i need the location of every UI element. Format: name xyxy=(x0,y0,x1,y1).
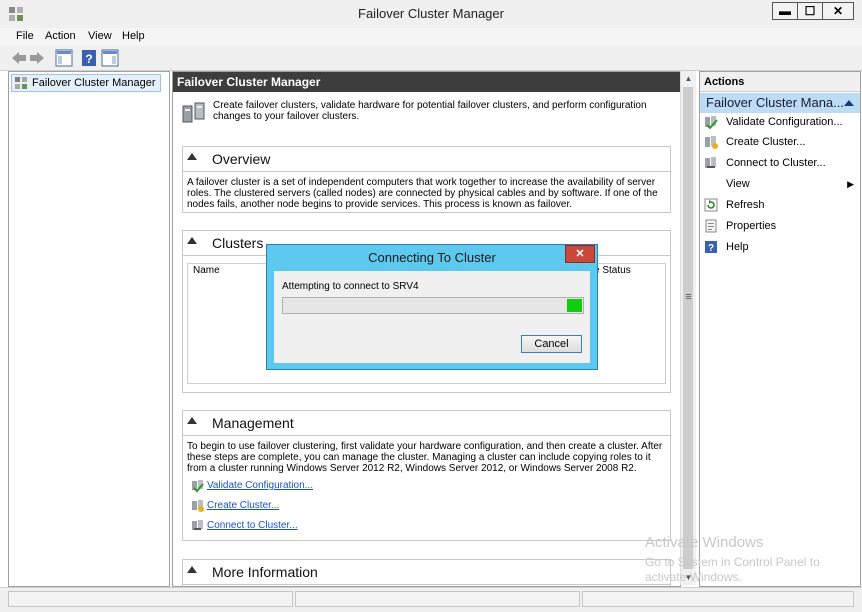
collapse-arrow-icon[interactable] xyxy=(187,417,197,424)
overview-section: Overview A failover cluster is a set of … xyxy=(182,146,671,213)
activation-watermark-text: Go to System in Control Panel to activat… xyxy=(645,555,820,584)
action-help[interactable]: ? Help xyxy=(704,239,749,255)
status-cell xyxy=(8,591,293,607)
column-header-status[interactable]: e Status xyxy=(594,265,631,276)
actions-title: Actions xyxy=(700,72,860,92)
actions-pane: Actions Failover Cluster Mana... Validat… xyxy=(699,71,861,587)
activation-watermark-title: Activate Windows xyxy=(645,534,764,551)
cluster-manager-icon xyxy=(15,77,27,89)
center-header: Failover Cluster Manager xyxy=(173,72,680,92)
toolbar: ? xyxy=(0,46,862,71)
action-create-cluster[interactable]: Create Cluster... xyxy=(704,134,805,150)
window-title: Failover Cluster Manager xyxy=(358,6,504,21)
menu-help[interactable]: Help xyxy=(122,30,145,42)
action-refresh[interactable]: Refresh xyxy=(704,197,765,213)
action-validate-configuration[interactable]: Validate Configuration... xyxy=(704,114,843,130)
action-view[interactable]: View ▶ xyxy=(704,176,854,192)
overview-title: Overview xyxy=(212,151,271,167)
status-cell xyxy=(295,591,580,607)
maximize-button[interactable]: ☐ xyxy=(797,2,823,20)
management-header[interactable]: Management xyxy=(183,411,670,436)
cluster-servers-icon xyxy=(182,102,205,123)
show-hide-console-tree-icon[interactable] xyxy=(55,49,73,67)
scroll-up-arrow-icon[interactable]: ▲ xyxy=(681,71,696,86)
cancel-button[interactable]: Cancel xyxy=(521,335,582,353)
validate-icon xyxy=(192,480,204,492)
create-cluster-link[interactable]: Create Cluster... xyxy=(191,499,279,512)
status-cell xyxy=(582,591,854,607)
action-properties[interactable]: Properties xyxy=(704,218,776,234)
dialog-title: Connecting To Cluster xyxy=(368,250,496,265)
action-connect-to-cluster[interactable]: Connect to Cluster... xyxy=(704,155,826,171)
management-title: Management xyxy=(212,415,294,431)
menu-file[interactable]: File xyxy=(16,30,34,42)
dialog-message: Attempting to connect to SRV4 xyxy=(282,281,419,292)
validate-icon xyxy=(705,116,718,129)
intro-text: Create failover clusters, validate hardw… xyxy=(213,100,647,122)
progress-fill xyxy=(567,299,582,312)
status-bar xyxy=(0,587,862,612)
collapse-arrow-icon[interactable] xyxy=(844,100,854,106)
menu-action[interactable]: Action xyxy=(45,30,76,42)
collapse-arrow-icon[interactable] xyxy=(187,153,197,160)
dialog-close-button[interactable]: ✕ xyxy=(565,245,595,263)
more-information-header[interactable]: More Information xyxy=(183,560,670,585)
forward-arrow-icon[interactable] xyxy=(28,49,46,67)
progress-bar xyxy=(282,297,584,314)
menu-view[interactable]: View xyxy=(88,30,112,42)
console-tree: Failover Cluster Manager xyxy=(8,71,170,587)
collapse-arrow-icon[interactable] xyxy=(187,237,197,244)
menu-bar: File Action View Help xyxy=(0,28,862,46)
close-button[interactable]: ✕ xyxy=(822,2,854,20)
connect-cluster-icon xyxy=(705,157,716,168)
overview-text: A failover cluster is a set of independe… xyxy=(187,177,658,210)
scrollbar-thumb[interactable] xyxy=(683,87,693,569)
back-arrow-icon[interactable] xyxy=(10,49,28,67)
help-icon[interactable]: ? xyxy=(80,49,98,67)
validate-configuration-link[interactable]: Validate Configuration... xyxy=(191,479,313,492)
show-hide-action-pane-icon[interactable] xyxy=(101,49,119,67)
help-icon: ? xyxy=(705,241,717,254)
scrollbar-grip-icon: ≡ xyxy=(685,291,692,303)
submenu-arrow-icon: ▶ xyxy=(847,178,854,189)
tree-item-label: Failover Cluster Manager xyxy=(32,77,156,89)
properties-icon xyxy=(705,219,717,233)
connect-cluster-icon xyxy=(192,520,203,530)
more-information-title: More Information xyxy=(212,564,318,580)
tree-item-failover-cluster-manager[interactable]: Failover Cluster Manager xyxy=(11,74,161,92)
collapse-arrow-icon[interactable] xyxy=(187,566,197,573)
svg-text:?: ? xyxy=(708,243,714,254)
more-information-section: More Information xyxy=(182,559,671,586)
actions-group-header[interactable]: Failover Cluster Mana... xyxy=(700,93,860,113)
management-text: To begin to use failover clustering, fir… xyxy=(187,441,663,474)
connecting-dialog: Connecting To Cluster ✕ Attempting to co… xyxy=(266,244,598,370)
create-cluster-icon xyxy=(192,500,204,512)
minimize-button[interactable]: ▬ xyxy=(772,2,798,20)
connect-to-cluster-link[interactable]: Connect to Cluster... xyxy=(191,519,298,532)
refresh-icon xyxy=(704,198,718,212)
overview-header[interactable]: Overview xyxy=(183,147,670,172)
column-header-name[interactable]: Name xyxy=(193,265,220,276)
dialog-body: Attempting to connect to SRV4 Cancel xyxy=(274,271,590,363)
title-bar: Failover Cluster Manager ▬ ☐ ✕ xyxy=(0,0,862,29)
create-cluster-icon xyxy=(705,136,718,149)
management-section: Management To begin to use failover clus… xyxy=(182,410,671,541)
svg-text:?: ? xyxy=(85,52,92,66)
vertical-scrollbar[interactable]: ▲ ≡ ▼ xyxy=(680,71,696,585)
clusters-title: Clusters xyxy=(212,235,264,251)
